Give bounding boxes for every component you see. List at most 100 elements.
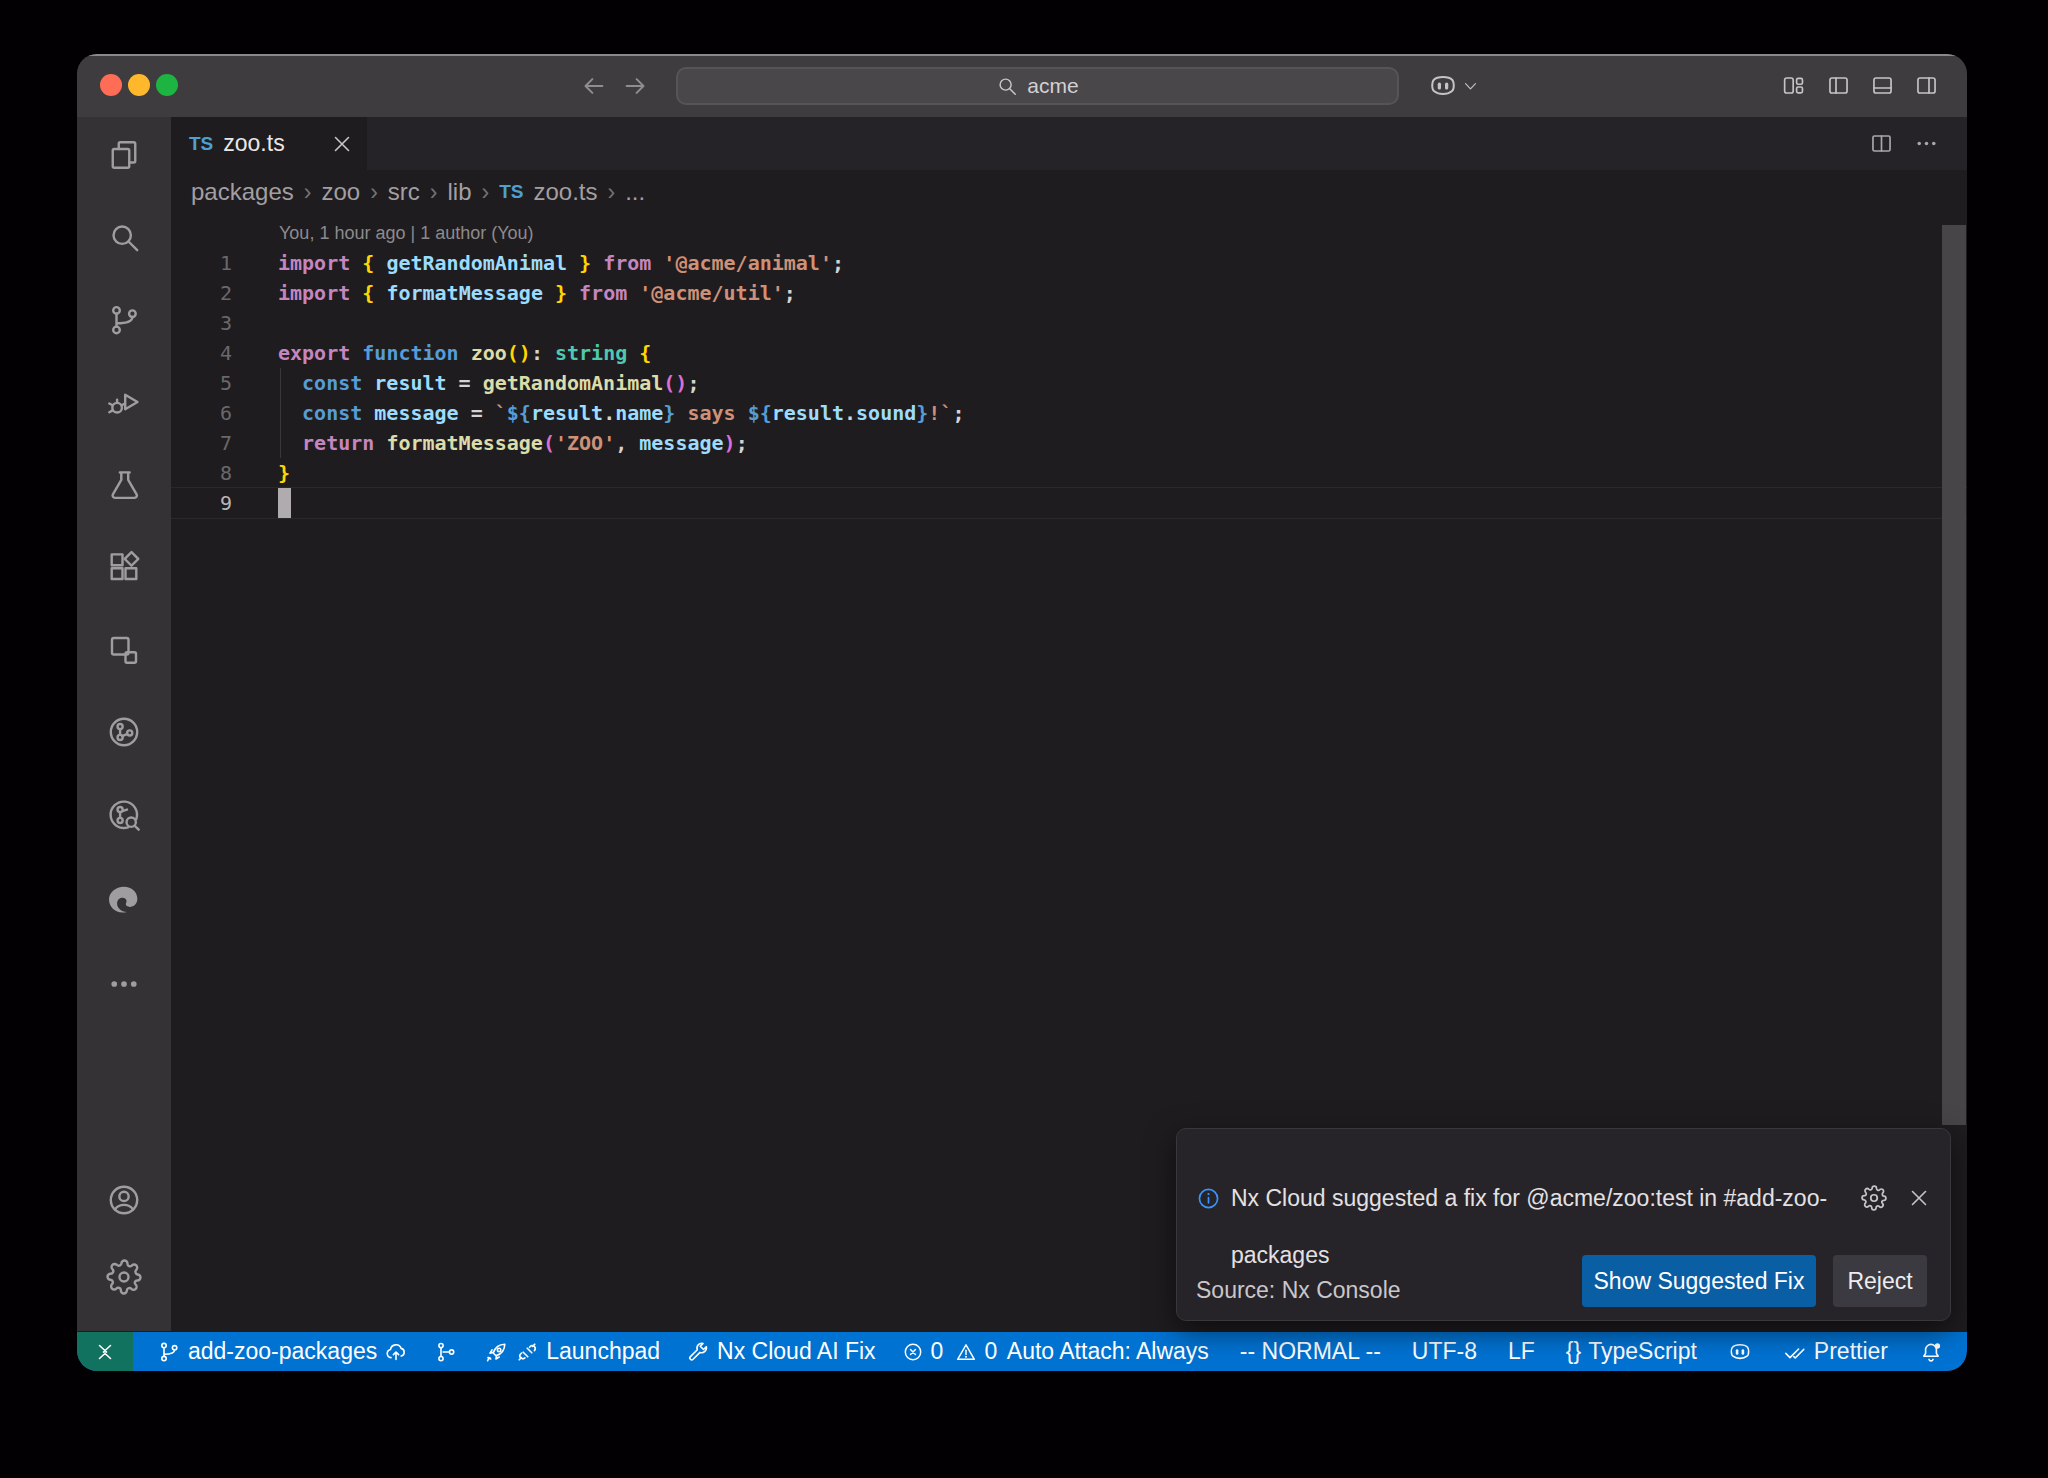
- toggle-panel-icon[interactable]: [1870, 73, 1895, 98]
- code-token: 'ZOO': [555, 431, 615, 455]
- search-value: acme: [1027, 74, 1078, 98]
- code-token: }: [916, 401, 928, 425]
- tab-zoo-ts[interactable]: TS zoo.ts: [171, 117, 367, 170]
- statusbar-vim-mode[interactable]: -- NORMAL --: [1240, 1338, 1381, 1365]
- statusbar-auto-attach[interactable]: Auto Attach: Always: [1007, 1338, 1209, 1365]
- customize-layout-icon[interactable]: [1781, 73, 1806, 98]
- code-token: (): [663, 371, 687, 395]
- statusbar-eol[interactable]: LF: [1508, 1338, 1535, 1365]
- check-all-icon: [1783, 1340, 1807, 1364]
- breadcrumb-file[interactable]: zoo.ts: [533, 178, 597, 206]
- testing-icon[interactable]: [106, 467, 142, 503]
- statusbar-copilot[interactable]: [1728, 1340, 1752, 1364]
- search-icon[interactable]: [106, 219, 142, 255]
- code-token: getRandomAnimal: [374, 251, 579, 275]
- code-line-9: 9: [171, 488, 1967, 518]
- breadcrumb-lib[interactable]: lib: [447, 178, 471, 206]
- line-number: 3: [171, 308, 232, 338]
- code-line-6: 6 const message = `${result.name} says $…: [171, 398, 1967, 428]
- line-number: 8: [171, 458, 232, 488]
- code-token: from: [567, 281, 639, 305]
- command-center-search[interactable]: acme: [676, 67, 1399, 105]
- code-token: const: [278, 371, 374, 395]
- statusbar-nx-cloud-fix[interactable]: Nx Cloud AI Fix: [686, 1338, 876, 1365]
- code-token: ;: [736, 431, 748, 455]
- breadcrumb-packages[interactable]: packages: [191, 178, 294, 206]
- code-token: .: [844, 401, 856, 425]
- statusbar-language[interactable]: {} TypeScript: [1566, 1338, 1697, 1365]
- minimize-window-button[interactable]: [128, 74, 150, 96]
- remote-indicator[interactable]: [77, 1332, 133, 1371]
- code-line-5: 5 const result = getRandomAnimal();: [171, 368, 1967, 398]
- branch-name: add-zoo-packages: [188, 1338, 377, 1365]
- code-token: ;: [784, 281, 796, 305]
- code-token: result: [772, 401, 844, 425]
- copilot-status-icon: [1728, 1340, 1752, 1364]
- code-token: getRandomAnimal: [483, 371, 664, 395]
- code-token: '@acme/animal': [663, 251, 832, 275]
- zoom-window-button[interactable]: [156, 74, 178, 96]
- code-line-8: 8}: [171, 458, 1967, 488]
- code-line-7: 7 return formatMessage('ZOO', message);: [171, 428, 1967, 458]
- code-token: =: [459, 401, 495, 425]
- edge-browser-icon[interactable]: [106, 882, 142, 918]
- statusbar-launchpad[interactable]: Launchpad: [484, 1338, 660, 1365]
- breadcrumb-separator: ›: [607, 179, 615, 206]
- statusbar-notifications[interactable]: [1919, 1340, 1943, 1364]
- code-token: function: [362, 341, 470, 365]
- breadcrumb-overflow[interactable]: ...: [625, 178, 645, 206]
- copilot-icon[interactable]: [1428, 71, 1458, 101]
- run-debug-icon[interactable]: [106, 384, 142, 420]
- extensions-icon[interactable]: [106, 549, 142, 585]
- search-icon: [996, 75, 1018, 97]
- code-token: [627, 341, 639, 365]
- breadcrumb-separator: ›: [481, 179, 489, 206]
- tab-close-icon[interactable]: [330, 132, 354, 156]
- launchpad-label: Launchpad: [546, 1338, 660, 1365]
- close-window-button[interactable]: [100, 74, 122, 96]
- code-token: ): [724, 431, 736, 455]
- braces-icon: {}: [1566, 1338, 1581, 1365]
- forward-arrow-icon[interactable]: [621, 71, 651, 101]
- breadcrumb-separator: ›: [304, 179, 312, 206]
- graph-circle-icon[interactable]: [106, 714, 142, 750]
- toggle-primary-sidebar-icon[interactable]: [1826, 73, 1851, 98]
- reject-button[interactable]: Reject: [1833, 1255, 1927, 1307]
- statusbar-formatter[interactable]: Prettier: [1783, 1338, 1888, 1365]
- code-token: .: [603, 401, 615, 425]
- code-token: return: [278, 431, 386, 455]
- status-bar: add-zoo-packages Launchpad Nx Cloud AI F…: [77, 1332, 1967, 1371]
- code-token: ${: [748, 401, 772, 425]
- source-control-icon[interactable]: [106, 302, 142, 338]
- statusbar-encoding[interactable]: UTF-8: [1412, 1338, 1477, 1365]
- graph-search-icon[interactable]: [106, 797, 142, 833]
- title-bar: acme: [77, 54, 1967, 117]
- notification-settings-icon[interactable]: [1861, 1185, 1887, 1211]
- line-number: 7: [171, 428, 232, 458]
- auto-attach-label: Auto Attach: Always: [1007, 1338, 1209, 1365]
- statusbar-problems[interactable]: 0 0: [902, 1338, 998, 1365]
- windows-icon[interactable]: [106, 632, 142, 668]
- explorer-icon[interactable]: [106, 137, 142, 173]
- account-icon[interactable]: [106, 1182, 142, 1218]
- statusbar-branch[interactable]: add-zoo-packages: [157, 1338, 408, 1365]
- more-views-icon[interactable]: [106, 966, 142, 1002]
- chevron-down-icon[interactable]: [1462, 78, 1479, 95]
- encoding-label: UTF-8: [1412, 1338, 1477, 1365]
- code-token: `: [495, 401, 507, 425]
- rocket-icon: [484, 1340, 508, 1364]
- git-branch-icon: [157, 1340, 181, 1364]
- show-suggested-fix-button[interactable]: Show Suggested Fix: [1582, 1255, 1816, 1307]
- breadcrumb-zoo[interactable]: zoo: [321, 178, 360, 206]
- code-token: (): [507, 341, 531, 365]
- split-editor-icon[interactable]: [1869, 131, 1894, 156]
- statusbar-source-control-graph[interactable]: [434, 1340, 458, 1364]
- code-token: says: [675, 401, 747, 425]
- settings-icon[interactable]: [106, 1259, 142, 1295]
- more-actions-icon[interactable]: [1914, 131, 1939, 156]
- breadcrumb-src[interactable]: src: [388, 178, 420, 206]
- back-arrow-icon[interactable]: [578, 71, 608, 101]
- toggle-secondary-sidebar-icon[interactable]: [1914, 73, 1939, 98]
- editor-scrollbar[interactable]: [1942, 225, 1966, 1125]
- notification-close-icon[interactable]: [1907, 1186, 1931, 1210]
